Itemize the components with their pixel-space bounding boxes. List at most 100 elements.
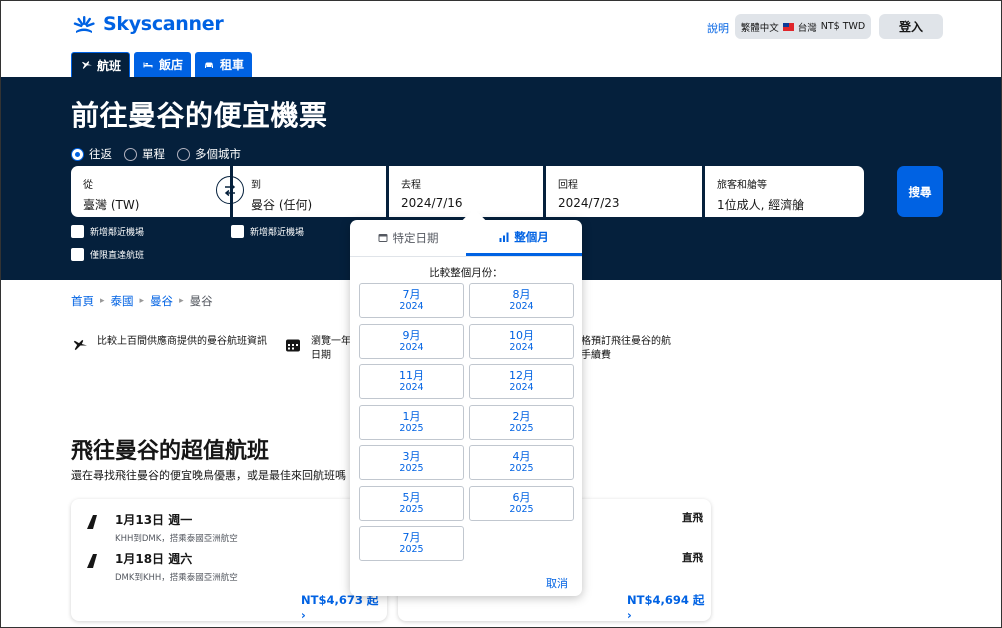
plane-icon xyxy=(73,339,87,351)
calendar-icon xyxy=(286,339,300,352)
month-option[interactable]: 5月 2025 xyxy=(359,485,464,521)
year-label: 2024 xyxy=(399,341,424,353)
month-label: 7月 xyxy=(402,288,421,301)
feature-text: 格預訂飛往曼谷的航 手續費 xyxy=(581,336,671,361)
direct-only-checkbox[interactable] xyxy=(71,248,84,261)
tab-whole-month[interactable]: 整個月 xyxy=(466,220,582,256)
login-button[interactable]: 登入 xyxy=(879,14,943,39)
month-option[interactable]: 8月 2024 xyxy=(469,283,574,318)
feature-text: 比較上百間供應商提供的曼谷航班資訊 xyxy=(97,336,267,347)
year-label: 2024 xyxy=(509,301,534,312)
feature-compare: 比較上百間供應商提供的曼谷航班資訊 xyxy=(71,335,271,353)
help-link[interactable]: 說明 xyxy=(707,20,729,36)
direct-label: 直飛 xyxy=(682,552,703,564)
month-label: 5月 xyxy=(402,490,421,504)
month-option[interactable]: 1月 2025 xyxy=(359,404,464,440)
year-label: 2024 xyxy=(509,382,534,393)
month-option[interactable]: 4月 2025 xyxy=(469,445,574,480)
month-option[interactable]: 2月 2025 xyxy=(469,404,574,440)
trip-type-multi-city[interactable]: 多個城市 xyxy=(177,146,241,162)
nearby-to-checkbox[interactable] xyxy=(231,225,244,238)
direct-only-option[interactable]: 僅限直達航班 xyxy=(71,248,144,261)
month-option[interactable]: 9月 2024 xyxy=(359,323,464,359)
tab-hotels[interactable]: 飯店 xyxy=(134,52,192,77)
radio-return[interactable] xyxy=(71,147,84,161)
chevron-right-icon: ▸ xyxy=(139,296,145,306)
month-option[interactable]: 3月 2025 xyxy=(359,445,464,480)
checkbox-label: 新增鄰近機場 xyxy=(250,228,305,238)
trip-type-return[interactable]: 往返 xyxy=(71,146,112,162)
site-header: Skyscanner 說明 繁體中文 台灣 NT$ TWD 登入 航班 飯店 租… xyxy=(1,1,1001,77)
flight-route: DMK到KHH，搭乘泰國亞洲航空 xyxy=(115,573,238,583)
chevron-right-icon: ▸ xyxy=(100,296,105,306)
tab-car-hire[interactable]: 租車 xyxy=(195,52,253,77)
deal-price[interactable]: NT$4,673 起 › xyxy=(301,592,387,622)
tab-label: 特定日期 xyxy=(392,231,439,245)
month-label: 2月 xyxy=(512,409,531,423)
airline-tail-icon xyxy=(87,554,97,568)
month-option[interactable]: 12月 2024 xyxy=(469,364,574,399)
nearby-from-option[interactable]: 新增鄰近機場 xyxy=(71,225,144,238)
month-option[interactable]: 7月 2025 xyxy=(359,526,464,561)
from-field[interactable]: 從 臺灣 (TW) xyxy=(71,166,231,217)
checkbox-label: 僅限直達航班 xyxy=(90,251,145,261)
nearby-to-option[interactable]: 新增鄰近機場 xyxy=(231,225,304,238)
radio-label: 單程 xyxy=(142,147,165,161)
depart-date-field[interactable]: 去程 2024/7/16 xyxy=(389,166,544,217)
breadcrumb-home[interactable]: 首頁 xyxy=(71,293,94,309)
deal-price[interactable]: NT$4,694 起 › xyxy=(627,592,711,622)
cancel-button[interactable]: 取消 xyxy=(546,575,568,591)
radio-multi-city[interactable] xyxy=(177,147,190,161)
feature-browse-year: 瀏覽一年( 日期 xyxy=(285,335,355,363)
breadcrumb-city[interactable]: 曼谷 xyxy=(150,293,173,309)
search-bar: 從 臺灣 (TW) 到 曼谷 (任何) 去程 2024/7/16 回程 2024… xyxy=(71,166,864,217)
taiwan-flag-icon xyxy=(782,22,794,31)
to-field[interactable]: 到 曼谷 (任何) xyxy=(239,166,387,217)
year-label: 2025 xyxy=(509,422,534,434)
breadcrumb-current: 曼谷 xyxy=(189,294,213,308)
year-label: 2025 xyxy=(509,503,534,515)
feature-no-fees: 格預訂飛往曼谷的航 手續費 xyxy=(581,335,691,363)
flight-date: 1月13日 週一 xyxy=(115,513,193,527)
depart-label: 去程 xyxy=(401,180,421,191)
tab-specific-date[interactable]: 特定日期 xyxy=(350,220,466,256)
return-date-field[interactable]: 回程 2024/7/23 xyxy=(546,166,702,217)
return-label: 回程 xyxy=(558,180,578,191)
month-option[interactable]: 11月 2024 xyxy=(359,364,464,399)
radio-label: 多個城市 xyxy=(195,147,241,161)
month-label: 12月 xyxy=(509,369,534,382)
trip-type-selector: 往返 單程 多個城市 xyxy=(71,146,241,162)
year-label: 2025 xyxy=(399,422,424,434)
from-value: 臺灣 (TW) xyxy=(83,198,140,212)
month-option[interactable]: 7月 2024 xyxy=(359,283,464,318)
direct-label: 直飛 xyxy=(682,512,703,524)
month-option[interactable]: 6月 2025 xyxy=(469,485,574,521)
radio-one-way[interactable] xyxy=(124,147,137,161)
locale-currency-button[interactable]: 繁體中文 台灣 NT$ TWD xyxy=(735,14,871,39)
tab-label: 整個月 xyxy=(514,229,549,244)
travellers-field[interactable]: 旅客和艙等 1位成人, 經濟艙 xyxy=(705,166,864,217)
product-tabs: 航班 飯店 租車 xyxy=(71,52,253,77)
to-label: 到 xyxy=(251,180,261,191)
month-option[interactable]: 10月 2024 xyxy=(469,323,574,359)
tab-label: 飯店 xyxy=(159,58,184,72)
plane-icon xyxy=(82,61,92,69)
sunburst-logo-icon xyxy=(73,16,95,33)
radio-label: 往返 xyxy=(89,147,112,161)
month-label: 11月 xyxy=(399,369,424,382)
breadcrumb: 首頁 ▸ 泰國 ▸ 曼谷 ▸ 曼谷 xyxy=(71,293,213,309)
deal-card[interactable]: 1月13日 週一 KHH到DMK，搭乘泰國亞洲航空 1月18日 週六 DMK到K… xyxy=(71,499,387,622)
brand-name: Skyscanner xyxy=(103,13,224,35)
month-label: 4月 xyxy=(512,450,531,463)
search-button[interactable]: 搜尋 xyxy=(897,166,943,217)
airline-tail-icon xyxy=(87,515,97,529)
tab-flights[interactable]: 航班 xyxy=(71,52,131,77)
skyscanner-logo[interactable]: Skyscanner xyxy=(71,13,224,35)
trip-type-one-way[interactable]: 單程 xyxy=(124,146,165,162)
breadcrumb-country[interactable]: 泰國 xyxy=(111,293,134,309)
date-mode-tabs: 特定日期 整個月 xyxy=(350,220,582,257)
field-divider xyxy=(230,166,233,217)
car-icon xyxy=(205,62,214,68)
nearby-from-checkbox[interactable] xyxy=(71,225,84,238)
travellers-value: 1位成人, 經濟艙 xyxy=(717,198,805,212)
